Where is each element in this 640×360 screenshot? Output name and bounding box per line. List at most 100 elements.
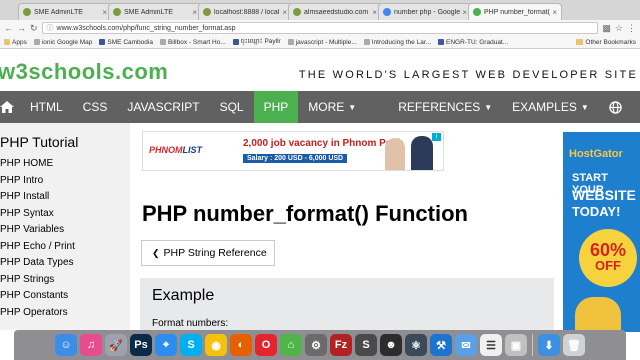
nav-item-html[interactable]: HTML — [20, 91, 73, 123]
bookmark-item[interactable]: ENGR-TU: Graduat... — [438, 39, 508, 46]
macos-dock: ☺ ♫ 🚀 Ps ⌖ S ◉ ◐ O ⌂ ⚙ Fz S ☻ ⚛ ⚒ ✉ ☰ ▣ ⬇ 🗑 — [14, 330, 626, 360]
reminders-icon[interactable]: ☰ — [480, 334, 502, 356]
close-tab-icon[interactable]: × — [372, 8, 377, 17]
sme-favicon — [113, 8, 121, 16]
downloads-icon[interactable]: ⬇ — [538, 334, 560, 356]
sidebar-item[interactable]: PHP HOME — [0, 156, 130, 173]
bookmarks-bar: Apps ionic Google Map SME Cambodia Billbox … — [0, 36, 640, 49]
nav-item-references[interactable]: REFERENCES ▼ — [388, 91, 502, 123]
opera-icon[interactable]: O — [255, 334, 277, 356]
menu-icon[interactable]: ⋮ — [627, 23, 636, 34]
close-tab-icon[interactable]: × — [102, 8, 107, 17]
w3-favicon — [473, 8, 481, 16]
discount-badge: 60% OFF — [579, 229, 637, 287]
bookmark-item[interactable]: Billbox - Smart Ho... — [159, 39, 226, 46]
logo-text: w3schools — [0, 59, 115, 84]
bookmark-label: ចុះឈ្មោះ Payllr — [240, 37, 281, 45]
info-icon[interactable]: ⓘ — [47, 23, 54, 33]
itunes-icon[interactable]: ♫ — [80, 334, 102, 356]
mail-icon[interactable]: ✉ — [455, 334, 477, 356]
file-icon — [287, 39, 294, 45]
photoshop-icon[interactable]: Ps — [130, 334, 152, 356]
home-icon[interactable] — [0, 91, 20, 123]
bookmark-label: ENGR-TU: Graduat... — [446, 38, 509, 46]
nav-item-label: PHP — [263, 100, 289, 114]
browser-tab[interactable]: localhost:8888 / local × — [198, 3, 292, 20]
skype-icon[interactable]: S — [180, 334, 202, 356]
forward-icon[interactable]: → — [17, 23, 26, 33]
browser-tab[interactable]: SME AdminLTE × — [108, 3, 202, 20]
launchpad-icon[interactable]: 🚀 — [105, 334, 127, 356]
sidebar-item[interactable]: PHP Operators — [0, 305, 130, 322]
filezilla-icon[interactable]: Fz — [330, 334, 352, 356]
sidebar-item[interactable]: PHP Echo / Print — [0, 239, 130, 256]
sidebar-item[interactable]: PHP Constants — [0, 288, 130, 305]
close-tab-icon[interactable]: × — [462, 8, 467, 17]
sidebar-item[interactable]: PHP Data Types — [0, 255, 130, 272]
browser-tab[interactable]: number php - Google × — [378, 3, 472, 20]
search-icon[interactable] — [632, 91, 640, 123]
sidebar-item[interactable]: PHP Variables — [0, 222, 130, 239]
bookmark-item[interactable]: javascript - Multiple... — [287, 39, 357, 46]
alien-icon[interactable]: ☻ — [380, 334, 402, 356]
ad-choices-icon[interactable]: i — [432, 133, 441, 141]
finder-icon[interactable]: ☺ — [55, 334, 77, 356]
sublime-icon[interactable]: S — [355, 334, 377, 356]
browser-tab[interactable]: PHP number_format() × — [468, 3, 562, 20]
hostgator-ad[interactable]: HostGator START YOUR WEBSITE TODAY! 60% … — [563, 132, 640, 332]
other-bookmarks[interactable]: Other Bookmarks — [576, 39, 636, 46]
settings-icon[interactable]: ⚙ — [305, 334, 327, 356]
address-bar[interactable]: ⓘ www.w3schools.com/php/func_string_numb… — [41, 22, 599, 34]
nav-item-sql[interactable]: SQL — [210, 91, 254, 123]
close-tab-icon[interactable]: × — [552, 8, 557, 17]
nav-item-css[interactable]: CSS — [73, 91, 118, 123]
safari-icon[interactable]: ⌖ — [155, 334, 177, 356]
nav-item-examples[interactable]: EXAMPLES ▼ — [502, 91, 599, 123]
file-icon — [33, 39, 40, 45]
browser-tab[interactable]: almsaeedstudio.com × — [288, 3, 382, 20]
nav-item-label: CSS — [82, 100, 108, 114]
browser-tab[interactable]: SME AdminLTE × — [18, 3, 112, 20]
nav-item-php[interactable]: PHP — [253, 91, 299, 123]
apps-icon — [4, 39, 10, 45]
bookmark-item[interactable]: Introducing the Lar... — [363, 38, 432, 46]
site-logo[interactable]: w3schools.com — [0, 59, 168, 85]
globe-icon[interactable] — [599, 91, 632, 123]
chrome-icon[interactable]: ◉ — [205, 334, 227, 356]
back-icon[interactable]: ← — [4, 23, 13, 33]
bookmark-label: Introducing the Lar... — [371, 38, 432, 46]
ad-logo: PHNOMLIST — [149, 145, 202, 155]
sidebar-item[interactable]: PHP Syntax — [0, 206, 130, 223]
translate-icon[interactable]: ▩ — [602, 23, 611, 34]
close-tab-icon[interactable]: × — [192, 8, 197, 17]
bookmark-item[interactable]: ចុះឈ្មោះ Payllr — [232, 37, 281, 47]
bookmark-item[interactable]: Apps — [4, 39, 27, 46]
xcode-icon[interactable]: ⚒ — [430, 334, 452, 356]
trash-icon[interactable]: 🗑 — [563, 334, 585, 356]
nav-item-more[interactable]: MORE ▼ — [298, 91, 366, 123]
sidebar-item[interactable]: PHP Install — [0, 189, 130, 206]
sidebar-item[interactable]: PHP Intro — [0, 173, 130, 190]
sidebar-item[interactable]: PHP Strings — [0, 272, 130, 289]
tab-title: SME AdminLTE — [124, 8, 173, 16]
bookmark-item[interactable]: SME Cambodia — [99, 39, 153, 46]
gator-mascot-image — [575, 297, 621, 332]
site-tagline: THE WORLD'S LARGEST WEB DEVELOPER SITE — [298, 69, 638, 81]
discount-off: OFF — [595, 258, 621, 273]
left-sidebar: PHP Tutorial PHP HOME PHP Intro PHP Instal… — [0, 123, 130, 330]
maps-icon[interactable]: ⌂ — [280, 334, 302, 356]
preview-icon[interactable]: ▣ — [505, 334, 527, 356]
firefox-icon[interactable]: ◐ — [230, 334, 252, 356]
sme-favicon — [293, 8, 301, 16]
google-favicon — [383, 8, 391, 16]
ad-banner[interactable]: PHNOMLIST 2,000 job vacancy in Phnom Pen… — [142, 131, 444, 171]
ad-person-image — [411, 136, 433, 170]
nav-item-javascript[interactable]: JAVASCRIPT — [117, 91, 209, 123]
star-icon[interactable]: ☆ — [615, 23, 623, 34]
reload-icon[interactable]: ↻ — [30, 23, 38, 34]
atom-icon[interactable]: ⚛ — [405, 334, 427, 356]
bookmark-item[interactable]: ionic Google Map — [33, 39, 92, 46]
facebook-icon — [438, 39, 445, 45]
close-tab-icon[interactable]: × — [282, 8, 287, 17]
string-reference-button[interactable]: ❮ PHP String Reference — [141, 240, 275, 266]
